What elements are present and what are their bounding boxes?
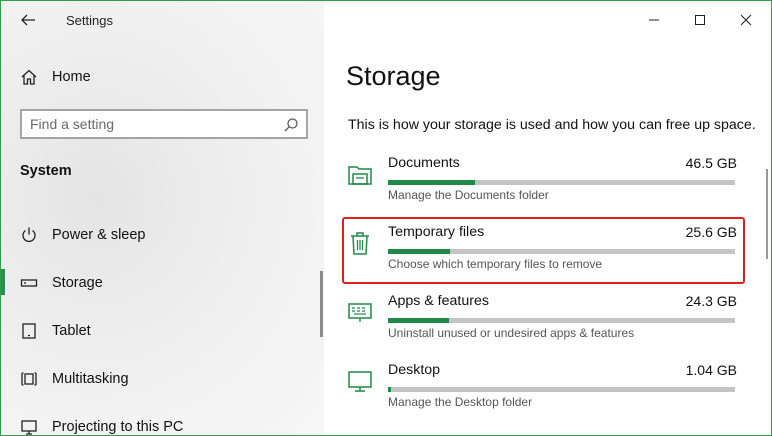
storage-item-name: Temporary files — [388, 224, 485, 240]
usage-bar — [388, 387, 735, 392]
storage-icon — [19, 273, 39, 293]
usage-bar — [388, 249, 735, 254]
storage-item-description: Choose which temporary files to remove — [388, 257, 603, 271]
documents-folder-icon — [348, 166, 372, 185]
sidebar-item-power-sleep[interactable]: Power & sleep — [1, 215, 324, 255]
home-icon — [19, 67, 39, 87]
storage-item-name: Apps & features — [388, 293, 489, 309]
sidebar-item-label: Tablet — [52, 323, 91, 339]
minimize-icon — [649, 19, 659, 21]
sidebar-scrollbar[interactable] — [320, 271, 323, 337]
page-title: Storage — [346, 61, 441, 91]
usage-bar-fill — [388, 180, 475, 185]
app-title: Settings — [66, 13, 113, 28]
back-arrow-icon — [21, 14, 35, 26]
storage-item-description: Manage the Documents folder — [388, 188, 549, 202]
storage-item-desktop[interactable]: Desktop 1.04 GB Manage the Desktop folde… — [341, 362, 741, 424]
sidebar-item-home[interactable]: Home — [1, 57, 324, 97]
sidebar-item-label: Multitasking — [52, 371, 129, 387]
storage-item-size: 25.6 GB — [685, 224, 737, 240]
trash-icon — [351, 232, 369, 255]
storage-item-size: 24.3 GB — [685, 293, 737, 309]
sidebar: Settings Home System Power & sleep Stora… — [1, 1, 324, 435]
usage-bar-fill — [388, 318, 449, 323]
sidebar-item-label: Projecting to this PC — [52, 419, 184, 435]
tablet-icon — [19, 321, 39, 341]
search-icon[interactable] — [283, 117, 299, 133]
projecting-icon — [19, 417, 39, 435]
power-icon — [19, 225, 39, 245]
minimize-button[interactable] — [634, 7, 674, 33]
sidebar-item-tablet[interactable]: Tablet — [1, 311, 324, 351]
storage-item-size: 46.5 GB — [685, 155, 737, 171]
storage-item-temporary-files[interactable]: Temporary files 25.6 GB Choose which tem… — [341, 224, 741, 286]
close-button[interactable] — [726, 7, 766, 33]
usage-bar — [388, 318, 735, 323]
sidebar-item-storage[interactable]: Storage — [1, 263, 324, 303]
storage-item-documents[interactable]: Documents 46.5 GB Manage the Documents f… — [341, 155, 741, 217]
search-input[interactable] — [30, 115, 270, 133]
sidebar-item-label: Storage — [52, 275, 103, 291]
storage-item-name: Desktop — [388, 362, 441, 378]
sidebar-item-projecting[interactable]: Projecting to this PC — [1, 407, 324, 435]
sidebar-item-multitasking[interactable]: Multitasking — [1, 359, 324, 399]
storage-item-description: Manage the Desktop folder — [388, 395, 533, 409]
storage-item-apps-features[interactable]: Apps & features 24.3 GB Uninstall unused… — [341, 293, 741, 355]
main-content: Storage This is how your storage is used… — [324, 1, 771, 435]
multitasking-icon — [19, 369, 39, 389]
storage-item-size: 1.04 GB — [685, 362, 737, 378]
search-box[interactable] — [20, 109, 308, 139]
apps-features-icon — [348, 303, 372, 322]
settings-window: Settings Home System Power & sleep Stora… — [0, 0, 772, 436]
page-subtitle: This is how your storage is used and how… — [348, 117, 756, 133]
sidebar-item-label: Home — [52, 69, 91, 85]
sidebar-section-title: System — [20, 163, 72, 179]
desktop-monitor-icon — [348, 371, 372, 392]
storage-item-description: Uninstall unused or undesired apps & fea… — [388, 326, 635, 340]
maximize-icon — [695, 15, 705, 25]
close-icon — [740, 14, 752, 26]
usage-bar-fill — [388, 387, 392, 392]
sidebar-item-label: Power & sleep — [52, 227, 146, 243]
back-button[interactable] — [13, 7, 43, 33]
usage-bar — [388, 180, 735, 185]
maximize-button[interactable] — [680, 7, 720, 33]
main-scrollbar[interactable] — [766, 169, 768, 259]
storage-item-name: Documents — [388, 155, 460, 171]
usage-bar-fill — [388, 249, 451, 254]
